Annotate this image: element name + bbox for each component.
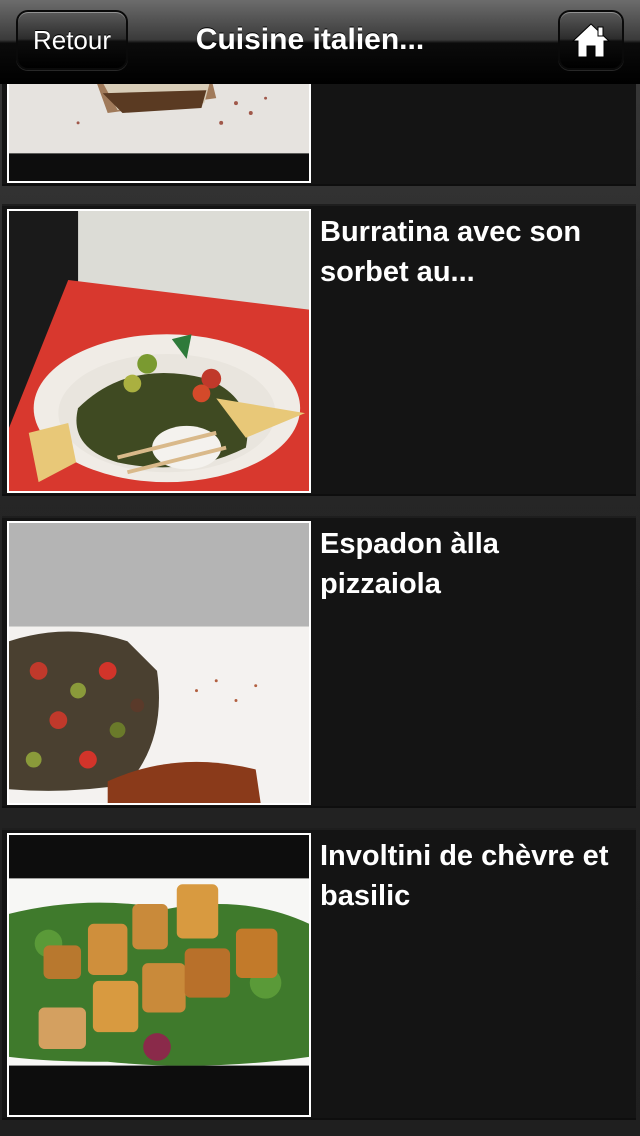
back-button[interactable]: Retour (16, 10, 128, 70)
dish-title: Espadon àlla pizzaiola (320, 528, 499, 600)
page-title: Cuisine italien... (195, 23, 425, 56)
home-button[interactable] (558, 10, 624, 70)
dish-list: Burratina avec son sorbet au... Espadon … (0, 0, 640, 1136)
list-item[interactable]: Involtini de chèvre et basilic (2, 828, 636, 1120)
dish-title: Involtini de chèvre et basilic (320, 840, 609, 912)
dish-photo (7, 521, 311, 805)
navigation-bar: Retour Cuisine italien... (0, 0, 640, 84)
dish-photo (7, 833, 311, 1117)
home-icon (571, 21, 611, 59)
dish-photo (7, 209, 311, 493)
list-item[interactable]: Espadon àlla pizzaiola (2, 516, 636, 808)
list-item[interactable]: Burratina avec son sorbet au... (2, 204, 636, 496)
dish-title: Burratina avec son sorbet au... (320, 216, 582, 288)
